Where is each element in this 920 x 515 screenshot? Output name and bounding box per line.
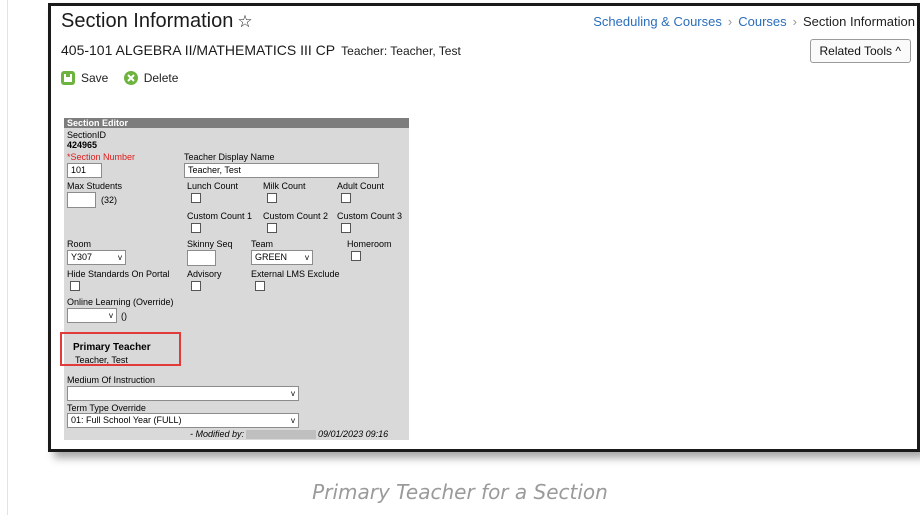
room-label: Room bbox=[67, 239, 92, 249]
term-type-override-label: Term Type Override bbox=[67, 403, 146, 413]
chevron-down-icon: v bbox=[291, 389, 295, 398]
section-editor-heading: Section Editor bbox=[64, 118, 409, 128]
custom-count-2-checkbox[interactable] bbox=[267, 223, 277, 233]
teacher-label: Teacher: Teacher, Test bbox=[341, 44, 461, 58]
milk-count-checkbox[interactable] bbox=[267, 193, 277, 203]
team-select[interactable]: GREEN v bbox=[251, 250, 313, 265]
screenshot-frame: Section Information ☆ Scheduling & Course… bbox=[48, 3, 920, 452]
breadcrumb-current: Section Information bbox=[802, 14, 915, 29]
term-type-value: 01: Full School Year (FULL) bbox=[71, 415, 182, 425]
custom-count-3-checkbox[interactable] bbox=[341, 223, 351, 233]
hide-standards-label: Hide Standards On Portal bbox=[67, 269, 170, 279]
hide-standards-checkbox[interactable] bbox=[70, 281, 80, 291]
external-lms-label: External LMS Exclude bbox=[251, 269, 340, 279]
custom-count-1-checkbox[interactable] bbox=[191, 223, 201, 233]
homeroom-label: Homeroom bbox=[347, 239, 392, 249]
modified-by-label: - Modified by: bbox=[190, 429, 245, 439]
room-select[interactable]: Y307 v bbox=[67, 250, 126, 265]
external-lms-checkbox[interactable] bbox=[255, 281, 265, 291]
star-icon[interactable]: ☆ bbox=[237, 12, 252, 31]
section-number-input[interactable]: 101 bbox=[67, 163, 102, 178]
max-students-note: (32) bbox=[101, 195, 118, 205]
delete-icon bbox=[123, 71, 138, 85]
figure-caption: Primary Teacher for a Section bbox=[312, 480, 608, 504]
related-tools-label: Related Tools bbox=[819, 44, 893, 58]
teacher-display-input[interactable]: Teacher, Test bbox=[184, 163, 379, 178]
delete-label: Delete bbox=[143, 71, 179, 85]
page-title-text: Section Information bbox=[61, 10, 234, 32]
custom-count-2-label: Custom Count 2 bbox=[263, 211, 329, 221]
chevron-down-icon: v bbox=[118, 253, 122, 262]
page-left-rule bbox=[7, 0, 8, 515]
section-subtitle: 405-101 ALGEBRA II/MATHEMATICS III CP Tea… bbox=[61, 42, 461, 58]
custom-count-1-label: Custom Count 1 bbox=[187, 211, 253, 221]
online-learning-label: Online Learning (Override) bbox=[67, 297, 174, 307]
related-tools-button[interactable]: Related Tools ^ bbox=[809, 39, 911, 63]
homeroom-checkbox[interactable] bbox=[351, 251, 361, 261]
lunch-count-checkbox[interactable] bbox=[191, 193, 201, 203]
adult-count-checkbox[interactable] bbox=[341, 193, 351, 203]
advisory-checkbox[interactable] bbox=[191, 281, 201, 291]
page-title: Section Information ☆ bbox=[61, 10, 253, 33]
breadcrumb-scheduling[interactable]: Scheduling & Courses bbox=[593, 14, 722, 29]
section-editor-panel: Section Editor SectionID 424965 *Section… bbox=[64, 118, 409, 440]
skinny-seq-input[interactable] bbox=[187, 250, 216, 266]
milk-count-label: Milk Count bbox=[263, 181, 306, 191]
teacher-display-label: Teacher Display Name bbox=[184, 152, 275, 162]
section-id-label: SectionID bbox=[67, 130, 107, 140]
chevron-down-icon: v bbox=[109, 311, 113, 320]
custom-count-3-label: Custom Count 3 bbox=[337, 211, 403, 221]
breadcrumb: Scheduling & Courses › Courses › Section Inf… bbox=[593, 14, 915, 29]
action-toolbar: Save Delete bbox=[61, 71, 190, 88]
save-label: Save bbox=[81, 71, 109, 85]
section-id-value: 424965 bbox=[67, 140, 98, 150]
save-button[interactable]: Save bbox=[61, 71, 108, 85]
course-name: 405-101 ALGEBRA II/MATHEMATICS III CP bbox=[61, 42, 336, 58]
medium-of-instruction-select[interactable]: v bbox=[67, 386, 299, 401]
modified-timestamp: 09/01/2023 09:16 bbox=[318, 429, 389, 439]
chevron-up-icon: ^ bbox=[895, 44, 901, 58]
section-number-label: *Section Number bbox=[67, 152, 136, 162]
max-students-label: Max Students bbox=[67, 181, 123, 191]
lunch-count-label: Lunch Count bbox=[187, 181, 239, 191]
team-label: Team bbox=[251, 239, 274, 249]
breadcrumb-courses[interactable]: Courses bbox=[738, 14, 786, 29]
save-icon bbox=[61, 71, 75, 85]
term-type-override-select[interactable]: 01: Full School Year (FULL) v bbox=[67, 413, 299, 428]
redacted-name bbox=[246, 430, 317, 440]
chevron-down-icon: v bbox=[305, 253, 309, 262]
primary-teacher-highlight bbox=[60, 332, 181, 366]
skinny-seq-label: Skinny Seq bbox=[187, 239, 233, 249]
chevron-right-icon: › bbox=[727, 14, 733, 29]
team-value: GREEN bbox=[255, 252, 288, 262]
advisory-label: Advisory bbox=[187, 269, 222, 279]
delete-button[interactable]: Delete bbox=[123, 71, 179, 85]
adult-count-label: Adult Count bbox=[337, 181, 385, 191]
chevron-down-icon: v bbox=[291, 416, 295, 425]
online-learning-select[interactable]: v bbox=[67, 308, 117, 323]
max-students-input[interactable] bbox=[67, 192, 96, 208]
medium-of-instruction-label: Medium Of Instruction bbox=[67, 375, 156, 385]
online-learning-paren: () bbox=[121, 311, 127, 321]
modified-by-line: - Modified by: 09/01/2023 09:16 bbox=[190, 429, 389, 440]
chevron-right-icon: › bbox=[792, 14, 797, 29]
room-value: Y307 bbox=[71, 252, 93, 262]
